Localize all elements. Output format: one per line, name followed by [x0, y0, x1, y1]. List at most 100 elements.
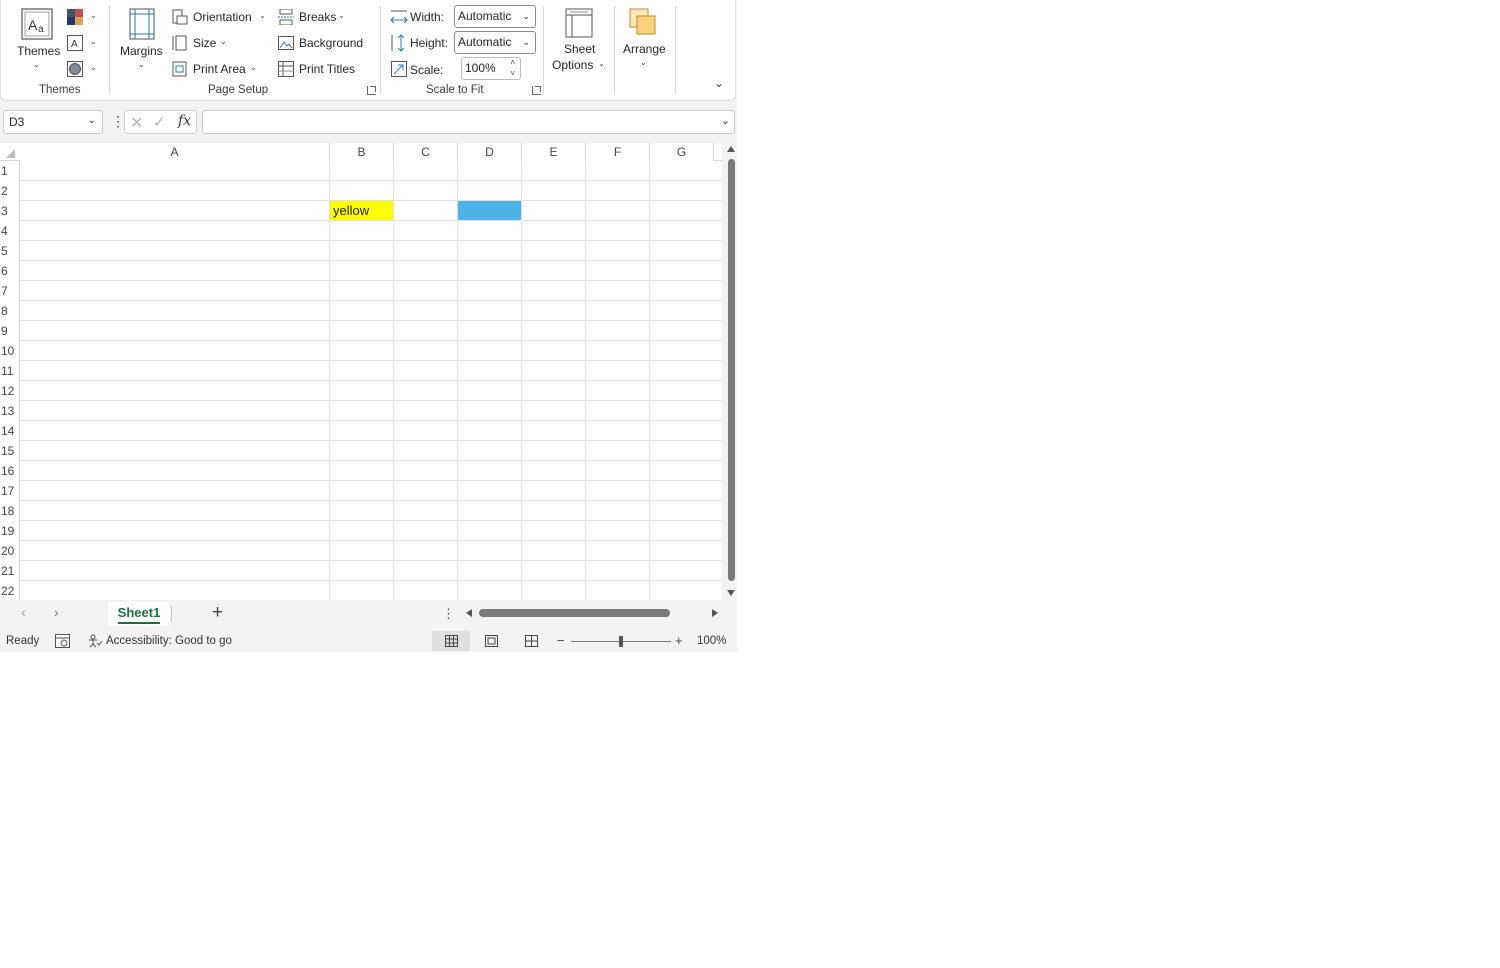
theme-effects-button[interactable]: ⌄ — [67, 61, 97, 79]
vertical-scrollbar[interactable] — [724, 143, 737, 600]
arrange-label: Arrange — [623, 42, 666, 56]
insert-function-icon[interactable]: fx — [178, 113, 191, 129]
macro-record-icon[interactable] — [55, 634, 70, 648]
excel-window: A a Themes ⌄ ⌄ A ⌄ ⌄ Themes Margins ⌄ Or… — [0, 0, 737, 652]
row-header-8[interactable]: 8 — [0, 301, 20, 321]
worksheet-grid[interactable]: A B C D E F G 1 2 3 4 5 6 7 8 9 10 11 12 13 14 15 16 17 18 19 20 21… — [0, 143, 722, 600]
theme-colors-icon — [67, 9, 83, 25]
name-box[interactable]: D3 ⌄ — [3, 110, 103, 134]
gridline — [20, 560, 722, 561]
row-header-3[interactable]: 3 — [0, 201, 20, 221]
breaks-button[interactable]: Breaks ⌄ — [278, 9, 348, 27]
scroll-right-arrow-icon[interactable] — [712, 609, 718, 617]
row-header-10[interactable]: 10 — [0, 341, 20, 361]
gridline — [20, 460, 722, 461]
height-label: Height: — [410, 36, 449, 50]
scale-to-fit-dialog-launcher-icon[interactable] — [532, 86, 541, 95]
scale-icon — [391, 61, 407, 77]
chevron-down-icon: ⌄ — [640, 58, 647, 67]
column-header-f[interactable]: F — [586, 143, 650, 161]
print-area-button[interactable]: Print Area ⌄ — [172, 61, 262, 79]
add-sheet-button[interactable]: + — [212, 602, 223, 624]
size-button[interactable]: Size ⌄ — [172, 35, 232, 53]
theme-fonts-button[interactable]: A ⌄ — [67, 35, 97, 53]
row-header-2[interactable]: 2 — [0, 181, 20, 201]
column-header-b[interactable]: B — [330, 143, 394, 161]
theme-colors-button[interactable]: ⌄ — [67, 9, 97, 27]
chevron-down-icon: ⌄ — [522, 37, 530, 47]
width-value: Automatic — [458, 9, 512, 23]
scrollbar-thumb[interactable] — [728, 159, 735, 581]
scale-spinner[interactable]: 100% ˄ ˅ — [461, 57, 521, 80]
row-header-7[interactable]: 7 — [0, 281, 20, 301]
zoom-in-button[interactable]: + — [675, 633, 683, 648]
row-header-14[interactable]: 14 — [0, 421, 20, 441]
row-header-12[interactable]: 12 — [0, 381, 20, 401]
background-button[interactable]: Background — [278, 35, 368, 53]
cell-d3[interactable] — [458, 201, 521, 220]
row-header-13[interactable]: 13 — [0, 401, 20, 421]
margins-button[interactable]: Margins ⌄ — [117, 6, 167, 76]
horizontal-scrollbar-thumb[interactable] — [479, 609, 670, 617]
horizontal-scrollbar[interactable] — [464, 606, 722, 620]
normal-view-button[interactable] — [432, 631, 470, 651]
row-header-9[interactable]: 9 — [0, 321, 20, 341]
cell-b3[interactable]: yellow — [330, 201, 393, 220]
row-header-21[interactable]: 21 — [0, 561, 20, 581]
row-header-22[interactable]: 22 — [0, 581, 20, 600]
scroll-up-arrow-icon[interactable] — [727, 146, 735, 152]
arrange-button[interactable]: Arrange ⌄ — [619, 6, 671, 76]
select-all-corner[interactable] — [6, 149, 15, 158]
accessibility-status[interactable]: Accessibility: Good to go — [106, 635, 232, 647]
sheet-options-button[interactable]: Sheet Options ⌄ — [548, 6, 608, 76]
width-dropdown[interactable]: Automatic ⌄ — [454, 5, 536, 28]
more-options-icon[interactable]: ⋮ — [111, 113, 125, 129]
scroll-left-arrow-icon[interactable] — [466, 609, 472, 617]
formula-input[interactable]: ⌄ — [202, 110, 735, 134]
accessibility-icon[interactable] — [88, 634, 102, 648]
scroll-down-arrow-icon[interactable] — [727, 590, 735, 596]
print-titles-button[interactable]: Print Titles — [278, 61, 368, 79]
orientation-button[interactable]: Orientation ⌄ — [172, 9, 272, 27]
row-header-1[interactable]: 1 — [0, 161, 20, 181]
spin-down-icon[interactable]: ˅ — [510, 64, 515, 84]
next-sheet-icon[interactable]: › — [54, 604, 59, 620]
page-layout-view-icon[interactable] — [485, 635, 498, 647]
row-header-15[interactable]: 15 — [0, 441, 20, 461]
cancel-icon[interactable]: ✕ — [130, 113, 143, 133]
row-header-5[interactable]: 5 — [0, 241, 20, 261]
column-header-c[interactable]: C — [394, 143, 458, 161]
column-header-g[interactable]: G — [650, 143, 714, 161]
enter-icon[interactable]: ✓ — [153, 113, 166, 131]
height-dropdown[interactable]: Automatic ⌄ — [454, 31, 536, 54]
column-header-e[interactable]: E — [522, 143, 586, 161]
zoom-out-button[interactable]: − — [557, 633, 565, 648]
page-break-preview-icon[interactable] — [525, 635, 538, 647]
gridline — [20, 340, 722, 341]
zoom-level[interactable]: 100% — [697, 635, 726, 647]
gridline — [20, 520, 722, 521]
row-header-4[interactable]: 4 — [0, 221, 20, 241]
row-header-16[interactable]: 16 — [0, 461, 20, 481]
themes-button[interactable]: A a Themes ⌄ — [11, 6, 63, 76]
tab-options-icon[interactable]: ⋮ — [442, 606, 455, 622]
ribbon-collapse-chevron-icon[interactable]: ⌄ — [714, 76, 724, 90]
row-header-18[interactable]: 18 — [0, 501, 20, 521]
column-header-a[interactable]: A — [20, 143, 330, 161]
orientation-icon — [172, 9, 188, 25]
row-header-11[interactable]: 11 — [0, 361, 20, 381]
expand-formula-chevron-icon[interactable]: ⌄ — [721, 110, 730, 132]
row-header-20[interactable]: 20 — [0, 541, 20, 561]
background-label: Background — [299, 36, 364, 50]
page-setup-dialog-launcher-icon[interactable] — [367, 86, 376, 95]
zoom-slider-thumb[interactable] — [619, 636, 623, 647]
row-header-17[interactable]: 17 — [0, 481, 20, 501]
gridline — [20, 440, 722, 441]
row-header-19[interactable]: 19 — [0, 521, 20, 541]
row-header-6[interactable]: 6 — [0, 261, 20, 281]
zoom-slider[interactable] — [571, 636, 671, 647]
column-header-d[interactable]: D — [458, 143, 522, 161]
previous-sheet-icon[interactable]: ‹ — [21, 604, 26, 620]
themes-group-label: Themes — [39, 84, 81, 96]
sheet-tab-sheet1[interactable]: Sheet1 — [108, 602, 170, 626]
